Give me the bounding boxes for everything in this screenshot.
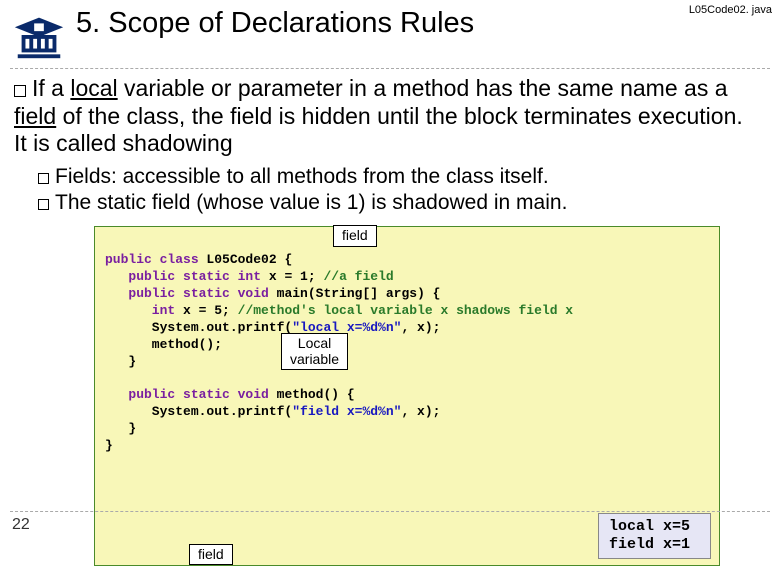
bullet-square-icon: [38, 173, 49, 184]
annotation-local-variable: Local variable: [281, 333, 348, 370]
slide-header: 5. Scope of Declarations Rules L05Code02…: [0, 0, 780, 64]
page-number: 22: [12, 516, 30, 534]
divider-top: [10, 68, 770, 69]
annotation-field-bottom: field: [189, 544, 233, 565]
annotation-field-top: field: [333, 225, 377, 246]
program-output: local x=5 field x=1: [598, 513, 711, 559]
divider-bottom: [10, 511, 770, 512]
slide-title: 5. Scope of Declarations Rules: [76, 6, 474, 40]
sub-bullet-1: Fields: accessible to all methods from t…: [14, 164, 760, 190]
bullet-square-icon: [14, 85, 26, 97]
source-file-label: L05Code02. java: [689, 4, 772, 16]
slide-content: If a local variable or parameter in a me…: [0, 75, 780, 566]
university-logo: [10, 6, 68, 64]
main-bullet: If a local variable or parameter in a me…: [14, 75, 760, 158]
code-block: public class L05Code02 { public static i…: [94, 226, 720, 566]
bullet-square-icon: [38, 199, 49, 210]
sub-bullet-2: The static field (whose value is 1) is s…: [14, 190, 760, 216]
